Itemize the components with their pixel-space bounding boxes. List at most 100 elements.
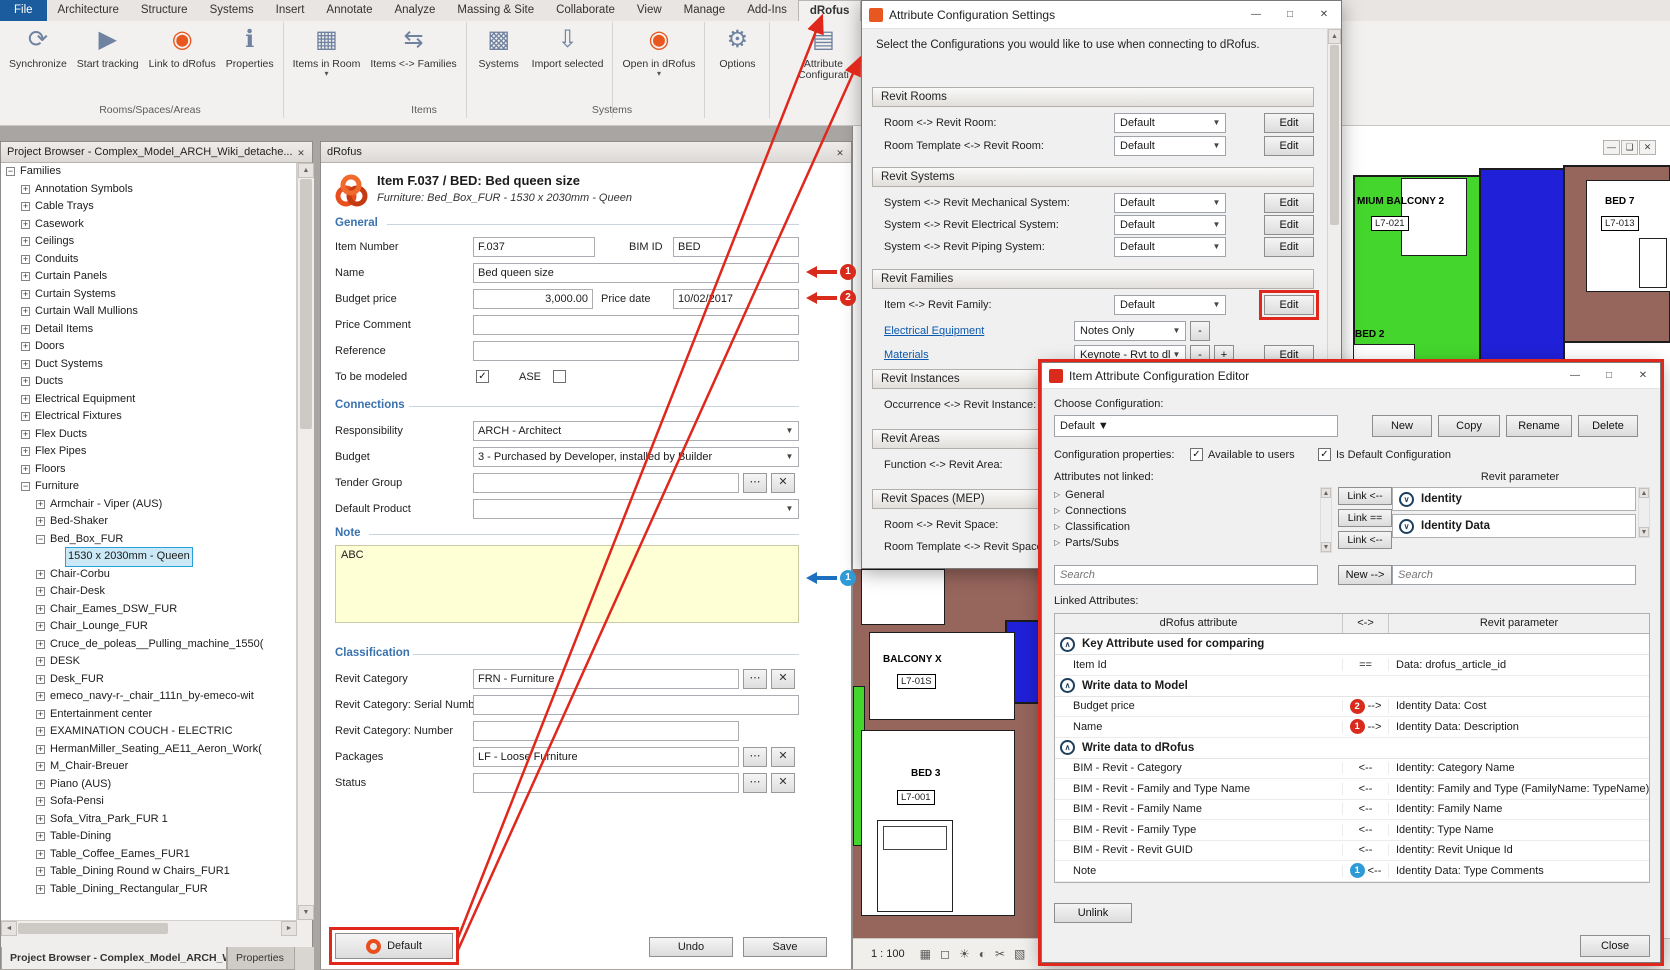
- not-linked-item-classification[interactable]: ▷Classification: [1054, 519, 1318, 535]
- bim-id-input[interactable]: BED: [673, 237, 799, 257]
- ribbon-tab-analyze[interactable]: Analyze: [383, 0, 446, 21]
- chevron-up-circle-icon[interactable]: ∧: [1060, 637, 1075, 652]
- not-linked-item-general[interactable]: ▷General: [1054, 487, 1318, 503]
- tree-item-table-dining-rectangular-fur[interactable]: +Table_Dining_Rectangular_FUR: [1, 881, 296, 899]
- expand-icon[interactable]: +: [36, 517, 45, 526]
- config-combo-system-revit-mechanical-system[interactable]: Default▼: [1114, 193, 1226, 213]
- item-number-input[interactable]: F.037: [473, 237, 595, 257]
- minimize-icon[interactable]: —: [1558, 363, 1592, 389]
- tree-item-annotation-symbols[interactable]: +Annotation Symbols: [1, 181, 296, 199]
- new-link-button[interactable]: New -->: [1338, 565, 1392, 585]
- tree-item-sofa-pensi[interactable]: +Sofa-Pensi: [1, 793, 296, 811]
- ribbon-tab-structure[interactable]: Structure: [130, 0, 199, 21]
- tree-item-families[interactable]: −Families: [1, 163, 296, 181]
- tender-group-clear-button[interactable]: ✕: [771, 473, 795, 493]
- tree-item-chair-lounge-fur[interactable]: +Chair_Lounge_FUR: [1, 618, 296, 636]
- expand-icon[interactable]: +: [21, 272, 30, 281]
- linked-attr-row-bim-revit-family-and-type-name[interactable]: BIM - Revit - Family and Type Name<--Ide…: [1055, 779, 1649, 800]
- room-tag-l7-01s[interactable]: L7-01S: [897, 674, 936, 689]
- undo-button[interactable]: Undo: [649, 937, 733, 957]
- tree-item-desk-fur[interactable]: +Desk_FUR: [1, 671, 296, 689]
- tree-item-examination-couch-electric[interactable]: +EXAMINATION COUCH - ELECTRIC: [1, 723, 296, 741]
- reference-input[interactable]: [473, 341, 799, 361]
- expand-icon[interactable]: +: [21, 220, 30, 229]
- tree-item-doors[interactable]: +Doors: [1, 338, 296, 356]
- tree-item-flex-pipes[interactable]: +Flex Pipes: [1, 443, 296, 461]
- link-button-0[interactable]: Link <--: [1338, 487, 1392, 505]
- tree-item-table-coffee-eames-fur1[interactable]: +Table_Coffee_Eames_FUR1: [1, 846, 296, 864]
- shadows-icon[interactable]: ◐: [979, 947, 986, 961]
- expand-icon[interactable]: +: [21, 185, 30, 194]
- view-close-icon[interactable]: ✕: [1639, 140, 1656, 155]
- ribbon-tab-architecture[interactable]: Architecture: [47, 0, 130, 21]
- tree-item-entertainment-center[interactable]: +Entertainment center: [1, 706, 296, 724]
- expand-icon[interactable]: +: [21, 290, 30, 299]
- status-browse-button[interactable]: ⋯: [743, 773, 767, 793]
- search-revit-parameter-input[interactable]: [1392, 565, 1636, 585]
- view-minimize-icon[interactable]: —: [1603, 140, 1620, 155]
- config-edit-button-system-revit-electrical-system[interactable]: Edit: [1264, 215, 1314, 235]
- tree-item-piano-aus[interactable]: +Piano (AUS): [1, 776, 296, 794]
- ribbon-button-options[interactable]: ⚙Options: [709, 22, 765, 73]
- link-button-2[interactable]: Link <--: [1338, 531, 1392, 549]
- ribbon-tab-drofus[interactable]: dRofus: [798, 0, 862, 21]
- scroll-up-icon[interactable]: ▲: [1639, 488, 1649, 498]
- close-icon[interactable]: ✕: [832, 145, 848, 160]
- tree-vertical-scrollbar[interactable]: ▲ ▼: [297, 163, 314, 920]
- close-icon[interactable]: ✕: [293, 145, 309, 160]
- expand-icon[interactable]: +: [36, 640, 45, 649]
- expand-icon[interactable]: +: [36, 815, 45, 824]
- tree-item-ceilings[interactable]: +Ceilings: [1, 233, 296, 251]
- config-edit-button-item-revit-family[interactable]: Edit: [1264, 295, 1314, 315]
- close-icon[interactable]: ✕: [1626, 363, 1660, 389]
- expand-icon[interactable]: +: [21, 202, 30, 211]
- scroll-up-icon[interactable]: ▲: [298, 163, 314, 178]
- tree-item-m-chair-breuer[interactable]: +M_Chair-Breuer: [1, 758, 296, 776]
- tree-item-floors[interactable]: +Floors: [1, 461, 296, 479]
- ribbon-tab-insert[interactable]: Insert: [265, 0, 316, 21]
- search-not-linked-input[interactable]: [1054, 565, 1318, 585]
- room-tag-l7-021[interactable]: L7-021: [1371, 216, 1409, 231]
- tree-item-cruce-de-poleas-pulling-machine-1550[interactable]: +Cruce_de_poleas__Pulling_machine_1550(: [1, 636, 296, 654]
- minimize-icon[interactable]: —: [1239, 1, 1273, 29]
- price-date-input[interactable]: 10/02/2017: [673, 289, 799, 309]
- is-default-configuration-checkbox[interactable]: ✓: [1318, 448, 1331, 461]
- drofus-panel-title-bar[interactable]: dRofus ✕: [321, 142, 851, 163]
- linked-attr-row-bim-revit-category[interactable]: BIM - Revit - Category<--Identity: Categ…: [1055, 759, 1649, 780]
- scrollbar-thumb[interactable]: [300, 179, 312, 429]
- tree-item-ducts[interactable]: +Ducts: [1, 373, 296, 391]
- name-input[interactable]: Bed queen size: [473, 263, 799, 283]
- file-menu-button[interactable]: File: [0, 0, 47, 21]
- ribbon-tab-massing-site[interactable]: Massing & Site: [446, 0, 545, 21]
- tree-item-curtain-wall-mullions[interactable]: +Curtain Wall Mullions: [1, 303, 296, 321]
- ribbon-tab-add-ins[interactable]: Add-Ins: [736, 0, 798, 21]
- crop-view-icon[interactable]: ✂: [995, 947, 1005, 961]
- expand-icon[interactable]: +: [36, 710, 45, 719]
- ribbon-button-attribute-configurati[interactable]: ▤Attribute Configurati: [774, 22, 872, 84]
- tree-item-electrical-equipment[interactable]: +Electrical Equipment: [1, 391, 296, 409]
- config-link-electrical-equipment[interactable]: Electrical Equipment: [884, 323, 984, 339]
- linked-attr-row-item-id[interactable]: Item Id==Data: drofus_article_id: [1055, 655, 1649, 676]
- linked-attr-row-bim-revit-revit-guid[interactable]: BIM - Revit - Revit GUID<--Identity: Rev…: [1055, 841, 1649, 862]
- default-product-select[interactable]: ▼: [473, 499, 799, 519]
- tree-item-emeco-navy-r-chair-111n-by-emeco-wit[interactable]: +emeco_navy-r-_chair_111n_by-emeco-wit: [1, 688, 296, 706]
- ribbon-button-properties[interactable]: ℹProperties: [221, 22, 279, 73]
- expand-icon[interactable]: +: [36, 587, 45, 596]
- close-button[interactable]: Close: [1580, 935, 1650, 957]
- packages-input[interactable]: LF - Loose Furniture: [473, 747, 739, 767]
- ribbon-button-import-selected[interactable]: ⇩Import selected: [527, 22, 609, 73]
- default-configuration-button[interactable]: Default: [335, 933, 453, 959]
- tender-group-input[interactable]: [473, 473, 739, 493]
- tree-item-duct-systems[interactable]: +Duct Systems: [1, 356, 296, 374]
- expand-icon[interactable]: +: [36, 657, 45, 666]
- collapse-icon[interactable]: −: [21, 482, 30, 491]
- config-edit-button-system-revit-mechanical-system[interactable]: Edit: [1264, 193, 1314, 213]
- rename-button[interactable]: Rename: [1506, 415, 1572, 437]
- expand-icon[interactable]: +: [36, 675, 45, 684]
- tab-properties[interactable]: Properties: [227, 947, 295, 970]
- config-link-materials[interactable]: Materials: [884, 347, 929, 363]
- tree-item-conduits[interactable]: +Conduits: [1, 251, 296, 269]
- tree-item-casework[interactable]: +Casework: [1, 216, 296, 234]
- ribbon-button-systems[interactable]: ▩Systems: [471, 22, 527, 73]
- configuration-select[interactable]: Default ▼: [1054, 415, 1338, 437]
